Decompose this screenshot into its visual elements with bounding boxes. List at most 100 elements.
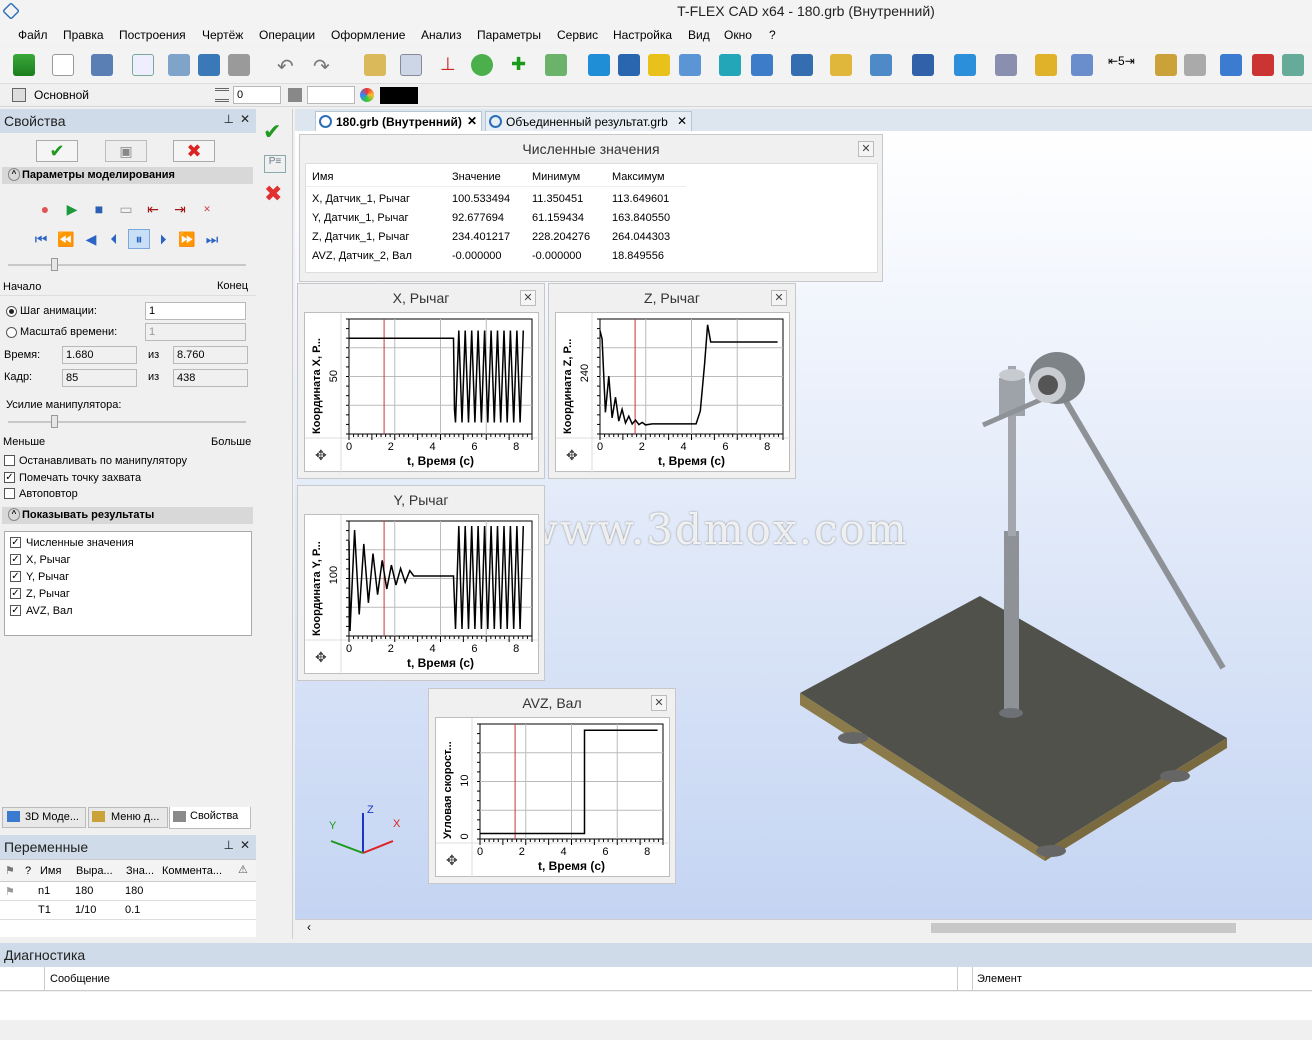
camera-icon[interactable]: ▭	[117, 200, 135, 218]
pin-icon[interactable]: ⊥	[224, 838, 234, 852]
new-model-icon[interactable]	[91, 54, 113, 76]
step-radio[interactable]	[6, 306, 17, 317]
sweep-icon[interactable]	[751, 54, 773, 76]
shell-icon[interactable]	[870, 54, 892, 76]
col-expr[interactable]: Выра...	[76, 865, 113, 877]
undo-icon[interactable]: ↶	[277, 54, 299, 78]
close-button[interactable]: ✕	[771, 290, 787, 306]
plane-icon[interactable]	[545, 54, 567, 76]
var-expr[interactable]: 1/10	[75, 904, 96, 916]
window-icon[interactable]	[132, 54, 154, 76]
go-end-icon[interactable]: ⇥	[171, 200, 189, 218]
close-icon[interactable]: ✕	[240, 112, 250, 126]
close-button[interactable]: ✕	[858, 141, 874, 157]
avz-checkbox[interactable]: ✓	[10, 605, 21, 616]
move-icon[interactable]: ✥	[566, 447, 578, 463]
node-icon[interactable]	[471, 54, 493, 76]
ok-button[interactable]: ✔	[36, 140, 78, 162]
surface-icon[interactable]	[995, 54, 1017, 76]
fillet-icon[interactable]	[679, 54, 701, 76]
print-icon[interactable]	[228, 54, 250, 76]
play-forward-icon[interactable]: ⏵	[154, 230, 172, 248]
color-palette-icon[interactable]	[360, 88, 374, 102]
menu-view[interactable]: Вид	[688, 28, 710, 42]
horizontal-scrollbar[interactable]: ‹	[295, 919, 1312, 935]
plot-area[interactable]: 0 2 4 6 8 Координата X, Р... 50 t, Время (с) ✥	[304, 312, 540, 473]
link-icon[interactable]	[1220, 54, 1242, 76]
params-icon[interactable]: P≡	[264, 155, 286, 173]
layer-name[interactable]: Основной	[34, 88, 89, 102]
dimension-icon[interactable]: ⇤5⇥	[1108, 54, 1135, 76]
fast-forward-icon[interactable]: ⏩	[178, 230, 196, 248]
col-name[interactable]: Имя	[40, 865, 61, 877]
last-frame-icon[interactable]: ⏭	[203, 230, 221, 248]
window-layout-icon[interactable]	[1282, 54, 1304, 76]
move-icon[interactable]: ✥	[446, 852, 458, 868]
workplane-icon[interactable]	[400, 54, 422, 76]
move-icon[interactable]: ✥	[315, 447, 327, 463]
x-checkbox[interactable]: ✓	[10, 554, 21, 565]
priority-field[interactable]	[307, 86, 355, 104]
col-value[interactable]: Зна...	[126, 865, 154, 877]
menu-settings[interactable]: Настройка	[613, 28, 672, 42]
scroll-left-icon[interactable]: ‹	[307, 920, 311, 934]
menu-analysis[interactable]: Анализ	[421, 28, 462, 42]
menu-help[interactable]: ?	[769, 28, 776, 42]
parameters-icon[interactable]	[1252, 54, 1274, 76]
z-checkbox[interactable]: ✓	[10, 588, 21, 599]
time-slider-thumb[interactable]	[51, 258, 58, 271]
menu-operations[interactable]: Операции	[259, 28, 315, 42]
time-slider-track[interactable]	[8, 264, 246, 266]
extrusion-icon[interactable]	[588, 54, 610, 76]
cancel-icon[interactable]: ✖	[264, 181, 282, 207]
cancel-button[interactable]: ✖	[173, 140, 215, 162]
tab-combined-result[interactable]: Объединенный результат.grb ✕	[485, 111, 692, 131]
close-button[interactable]: ✕	[520, 290, 536, 306]
plot-area[interactable]: 0 2 4 6 8 Угловая скорост... 10 0 t, Время (с) ✥	[435, 717, 671, 878]
copy-icon[interactable]	[830, 54, 852, 76]
menu-parameters[interactable]: Параметры	[477, 28, 541, 42]
level-field[interactable]: 0	[233, 86, 281, 104]
sheet-icon[interactable]	[912, 54, 934, 76]
lcs-icon[interactable]: ⊥	[440, 54, 462, 76]
force-slider-thumb[interactable]	[51, 415, 58, 428]
pause-icon[interactable]: ⏸	[128, 229, 150, 249]
menu-drawing[interactable]: Чертёж	[202, 28, 243, 42]
record-icon[interactable]: ●	[36, 200, 54, 218]
color-swatch[interactable]	[380, 87, 418, 104]
close-icon[interactable]: ✕	[677, 114, 687, 128]
plot-area[interactable]: 0 2 4 6 8 Координата Y, Р... 100 t, Время (с) ✥	[304, 514, 540, 675]
calculator-icon[interactable]	[1184, 54, 1206, 76]
numeric-checkbox[interactable]: ✓	[10, 537, 21, 548]
play-icon[interactable]: ▶	[63, 200, 81, 218]
menu-design[interactable]: Оформление	[331, 28, 405, 42]
boolean-icon[interactable]	[648, 54, 670, 76]
rec-icon[interactable]: ✕	[198, 200, 216, 218]
body-icon[interactable]	[954, 54, 976, 76]
measure-icon[interactable]	[1155, 54, 1177, 76]
menu-window[interactable]: Окно	[724, 28, 752, 42]
apply-all-icon[interactable]	[13, 54, 35, 76]
sim-params-section[interactable]: Параметры моделирования	[2, 167, 253, 184]
fast-back-icon[interactable]: ⏪	[57, 230, 75, 248]
save-icon[interactable]	[198, 54, 220, 76]
menu-edit[interactable]: Правка	[63, 28, 104, 42]
go-start-icon[interactable]: ⇤	[144, 200, 162, 218]
mark-point-checkbox[interactable]: ✓	[4, 472, 15, 483]
var-expr[interactable]: 180	[75, 885, 93, 897]
plot-area[interactable]: 0 2 4 6 8 Координата Z, Р... 240 t, Время (с) ✥	[555, 312, 791, 473]
scrollbar-thumb[interactable]	[931, 923, 1236, 933]
preview-button[interactable]: ▣	[105, 140, 147, 162]
autorepeat-checkbox[interactable]	[4, 488, 15, 499]
scale-field[interactable]: 1	[145, 323, 246, 341]
close-icon[interactable]: ✕	[467, 114, 477, 128]
force-slider-track[interactable]	[8, 421, 246, 423]
apply-icon[interactable]: ✔	[263, 119, 281, 145]
first-frame-icon[interactable]: ⏮	[32, 230, 50, 248]
tab-180-grb[interactable]: 180.grb (Внутренний) ✕	[315, 111, 482, 131]
step-back-icon[interactable]: ◀	[82, 230, 100, 248]
play-back-icon[interactable]: ⏴	[105, 230, 123, 248]
axis-icon[interactable]: ✚	[511, 54, 533, 76]
rotation-icon[interactable]	[618, 54, 640, 76]
array-icon[interactable]	[791, 54, 813, 76]
